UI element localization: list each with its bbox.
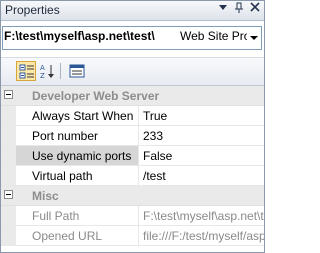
property-value[interactable]: True: [143, 109, 167, 123]
category-label: Developer Web Server: [32, 89, 160, 103]
chevron-down-icon: [219, 5, 227, 10]
property-pages-icon: [69, 64, 85, 78]
property-name: Full Path: [32, 209, 80, 223]
property-row-use-dynamic-ports[interactable]: Use dynamic ports False: [1, 146, 264, 166]
property-name: Opened URL: [32, 229, 103, 243]
categorized-button[interactable]: [16, 61, 36, 81]
property-name: Port number: [32, 129, 99, 143]
window-position-dropdown-button[interactable]: [216, 2, 230, 17]
window-title: Properties: [5, 3, 60, 17]
property-name: Use dynamic ports: [32, 149, 132, 163]
property-value[interactable]: F:\test\myself\asp.net\test\: [143, 209, 264, 223]
close-button[interactable]: [248, 2, 262, 17]
property-value[interactable]: /test: [143, 169, 166, 183]
collapse-icon[interactable]: [4, 90, 13, 99]
close-icon: [250, 2, 260, 12]
property-pages-button[interactable]: [67, 61, 87, 81]
alphabetical-button[interactable]: A Z: [38, 61, 58, 81]
property-row-full-path[interactable]: Full Path F:\test\myself\asp.net\test\: [1, 206, 264, 226]
property-row-always-start-when[interactable]: Always Start When True: [1, 106, 264, 126]
property-value[interactable]: file:///F:/test/myself/asp.net/test/: [143, 229, 264, 243]
property-row-opened-url[interactable]: Opened URL file:///F:/test/myself/asp.ne…: [1, 226, 264, 246]
alphabetical-sort-icon: A Z: [40, 64, 54, 79]
selected-object-name: F:\test\myself\asp.net\test\: [4, 29, 155, 43]
category-row-developer-web-server[interactable]: Developer Web Server: [1, 86, 264, 106]
pin-icon: [235, 2, 243, 13]
object-selector-dropdown[interactable]: F:\test\myself\asp.net\test\ Web Site Pr…: [2, 26, 262, 50]
categorized-icon: [19, 64, 34, 79]
object-selector-area: F:\test\myself\asp.net\test\ Web Site Pr…: [1, 21, 264, 54]
auto-hide-button[interactable]: [232, 2, 246, 17]
property-value[interactable]: False: [143, 149, 172, 163]
selected-object-type: Web Site Prop: [180, 29, 258, 43]
chevron-down-icon: [250, 36, 258, 40]
category-row-misc[interactable]: Misc: [1, 186, 264, 206]
collapse-icon[interactable]: [4, 190, 13, 199]
property-value[interactable]: 233: [143, 129, 163, 143]
property-name: Always Start When: [32, 109, 134, 123]
properties-toolbar: A Z: [1, 57, 264, 86]
property-name: Virtual path: [32, 169, 93, 183]
title-bar: Properties: [1, 1, 264, 21]
category-label: Misc: [32, 189, 59, 203]
property-grid: Developer Web Server Always Start When T…: [1, 86, 264, 252]
svg-text:A: A: [40, 64, 45, 72]
toolbar-separator: [60, 63, 61, 79]
selector-dropdown-button[interactable]: [247, 27, 261, 49]
svg-text:Z: Z: [40, 72, 45, 79]
property-row-port-number[interactable]: Port number 233: [1, 126, 264, 146]
properties-window: Properties F:\test\myself\asp.net\test\ …: [0, 0, 265, 253]
property-row-virtual-path[interactable]: Virtual path /test: [1, 166, 264, 186]
